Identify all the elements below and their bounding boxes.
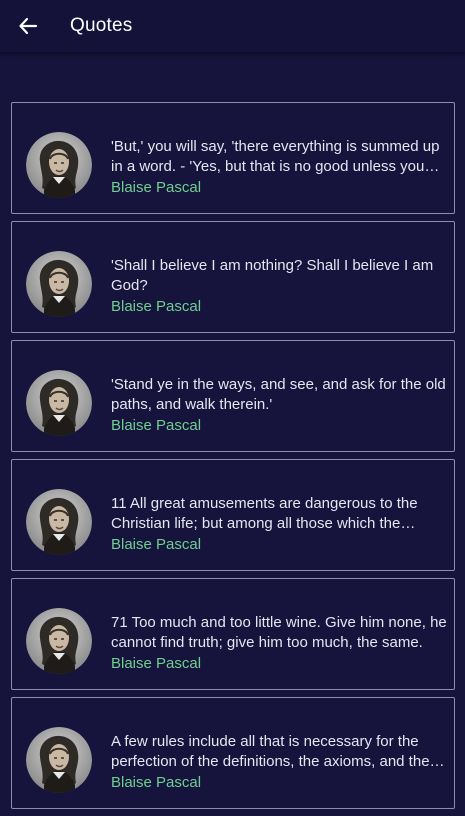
quote-card[interactable]: 'Shall I believe I am nothing? Shall I b…: [11, 221, 455, 333]
quote-text-block: 'Stand ye in the ways, and see, and ask …: [111, 375, 453, 436]
quote-card[interactable]: 'Stand ye in the ways, and see, and ask …: [11, 340, 455, 452]
quote-card[interactable]: 'But,' you will say, 'there everything i…: [11, 102, 455, 214]
author-avatar: [26, 370, 92, 436]
quote-text: A few rules include all that is necessar…: [111, 733, 445, 770]
quote-text-block: 'Shall I believe I am nothing? Shall I b…: [111, 256, 453, 317]
quote-author: Blaise Pascal: [111, 417, 202, 434]
author-avatar: [26, 251, 92, 317]
quote-text: 71 Too much and too little wine. Give hi…: [111, 614, 447, 651]
author-avatar: [26, 489, 92, 555]
quote-author: Blaise Pascal: [111, 655, 202, 672]
quotes-list: 'But,' you will say, 'there everything i…: [11, 102, 455, 816]
quote-text: 'Shall I believe I am nothing? Shall I b…: [111, 257, 434, 294]
back-button[interactable]: [12, 10, 44, 42]
quote-author: Blaise Pascal: [111, 536, 202, 553]
quote-text-block: 71 Too much and too little wine. Give hi…: [111, 613, 453, 674]
author-avatar: [26, 132, 92, 198]
quote-text-block: 'But,' you will say, 'there everything i…: [111, 137, 453, 198]
author-avatar: [26, 727, 92, 793]
page-title: Quotes: [70, 15, 133, 36]
quote-text-block: A few rules include all that is necessar…: [111, 732, 453, 793]
author-avatar: [26, 608, 92, 674]
quote-text: 'But,' you will say, 'there everything i…: [111, 138, 440, 175]
app-bar: Quotes: [0, 0, 465, 52]
quote-text-block: 11 All great amusements are dangerous to…: [111, 494, 453, 555]
quote-author: Blaise Pascal: [111, 179, 202, 196]
quote-author: Blaise Pascal: [111, 774, 202, 791]
arrow-left-icon: [19, 17, 38, 35]
quote-author: Blaise Pascal: [111, 298, 202, 315]
quote-text: 'Stand ye in the ways, and see, and ask …: [111, 376, 446, 413]
quote-card[interactable]: 71 Too much and too little wine. Give hi…: [11, 578, 455, 690]
quote-card[interactable]: A few rules include all that is necessar…: [11, 697, 455, 809]
quote-text: 11 All great amusements are dangerous to…: [111, 495, 418, 532]
quote-card[interactable]: 11 All great amusements are dangerous to…: [11, 459, 455, 571]
